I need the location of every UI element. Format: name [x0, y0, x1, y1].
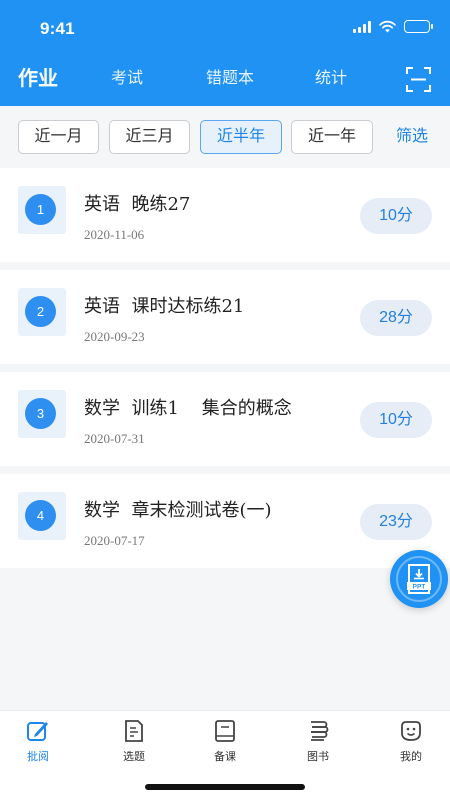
tab-statistics[interactable]: 统计	[315, 62, 347, 96]
lesson-prep-icon	[215, 720, 235, 742]
filter-last-month[interactable]: 近一月	[18, 120, 99, 154]
tab-label: 图书	[307, 751, 329, 763]
tab-grading[interactable]: 批阅	[8, 719, 68, 764]
list-item[interactable]: 2 英语 课时达标练21 2020-09-23 28分	[0, 270, 450, 364]
assignment-date: 2020-07-31	[84, 431, 145, 446]
tab-label: 批阅	[27, 751, 49, 763]
index-badge: 3	[18, 390, 66, 438]
tab-mistake-book[interactable]: 错题本	[206, 62, 254, 96]
score-badge[interactable]: 10分	[360, 402, 432, 438]
cellular-signal-icon	[353, 20, 371, 33]
assignment-title: 英语 晚练27	[84, 194, 191, 215]
list-item[interactable]: 4 数学 章末检测试卷(一) 2020-07-17 23分	[0, 474, 450, 568]
tab-label: 我的	[400, 751, 422, 763]
ppt-download-icon: PPT	[407, 564, 431, 594]
tab-question-select[interactable]: 选题	[104, 719, 164, 764]
filter-button[interactable]: 筛选	[396, 120, 428, 154]
wifi-icon	[379, 20, 396, 33]
index-number: 2	[25, 296, 56, 327]
score-badge[interactable]: 10分	[360, 198, 432, 234]
tab-books[interactable]: 图书	[288, 719, 348, 764]
ppt-icon-label: PPT	[413, 584, 426, 591]
assignment-title: 数学 章末检测试卷(一)	[84, 500, 272, 521]
list-item[interactable]: 3 数学 训练1 集合的概念 2020-07-31 10分	[0, 372, 450, 466]
tab-profile[interactable]: 我的	[381, 719, 441, 764]
top-nav: 作业 考试 错题本 统计	[0, 62, 450, 96]
tab-label: 备课	[214, 751, 236, 763]
index-badge: 4	[18, 492, 66, 540]
filter-last-half-year[interactable]: 近半年	[200, 120, 282, 154]
score-badge[interactable]: 28分	[360, 300, 432, 336]
filter-last-year[interactable]: 近一年	[291, 120, 373, 154]
home-indicator	[145, 784, 305, 790]
tab-homework[interactable]: 作业	[18, 62, 58, 96]
assignment-title: 数学 训练1 集合的概念	[84, 398, 292, 419]
scan-icon[interactable]	[406, 67, 431, 92]
index-badge: 1	[18, 186, 66, 234]
question-select-icon	[125, 720, 143, 742]
profile-icon	[401, 721, 421, 741]
tab-lesson-prep[interactable]: 备课	[195, 719, 255, 764]
status-time: 9:41	[40, 19, 75, 38]
list-item[interactable]: 1 英语 晚练27 2020-11-06 10分	[0, 168, 450, 262]
index-number: 3	[25, 398, 56, 429]
tab-exam[interactable]: 考试	[111, 62, 143, 96]
index-number: 4	[25, 500, 56, 531]
battery-icon	[404, 20, 433, 33]
ppt-download-button[interactable]: PPT	[390, 550, 448, 608]
assignment-date: 2020-11-06	[84, 227, 145, 242]
score-badge[interactable]: 23分	[360, 504, 432, 540]
tab-label: 选题	[123, 751, 145, 763]
grading-icon	[27, 722, 48, 741]
assignment-date: 2020-07-17	[84, 533, 145, 548]
index-number: 1	[25, 194, 56, 225]
app-header: 9:41 作业 考试 错题本 统计	[0, 0, 450, 106]
index-badge: 2	[18, 288, 66, 336]
assignment-title: 英语 课时达标练21	[84, 296, 245, 317]
filter-last-three-months[interactable]: 近三月	[109, 120, 190, 154]
assignment-date: 2020-09-23	[84, 329, 145, 344]
books-icon	[311, 721, 329, 741]
status-icons	[353, 20, 433, 33]
date-filter-bar: 近一月 近三月 近半年 近一年 筛选	[0, 106, 450, 168]
